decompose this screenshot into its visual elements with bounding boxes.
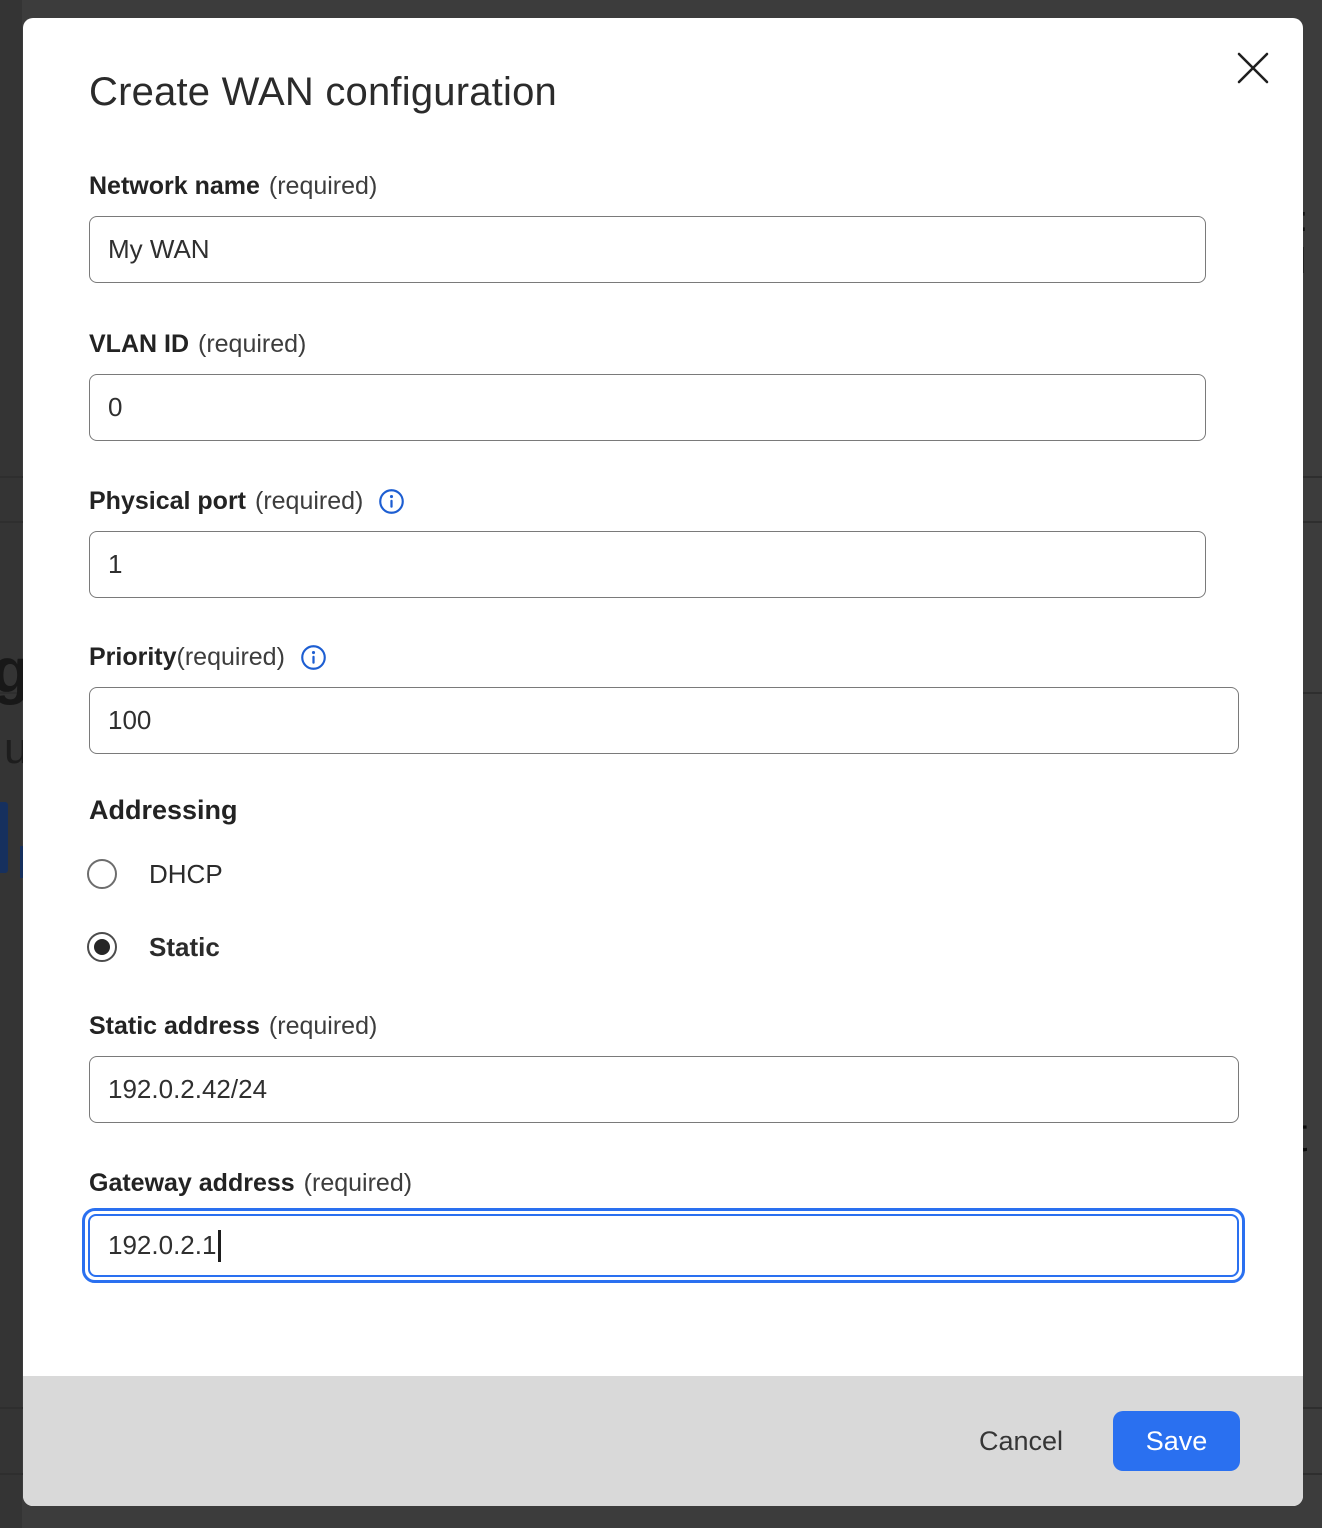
- input-value: 192.0.2.1: [108, 1230, 216, 1261]
- radio-icon[interactable]: [87, 859, 117, 889]
- required-note: (required): [255, 487, 363, 516]
- required-note: (required): [198, 330, 306, 359]
- radio-label: Static: [149, 932, 220, 963]
- physical-port-input[interactable]: 1: [89, 531, 1206, 598]
- radio-label: DHCP: [149, 859, 223, 890]
- physical-port-label: Physical port: [89, 487, 246, 516]
- close-button[interactable]: [1229, 44, 1277, 92]
- required-note: (required): [269, 172, 377, 201]
- static-address-label: Static address: [89, 1012, 260, 1041]
- x-icon: [1234, 49, 1272, 87]
- vlan-id-input[interactable]: 0: [89, 374, 1206, 441]
- radio-icon[interactable]: [87, 932, 117, 962]
- physical-port-field: Physical port (required) 1: [89, 483, 1206, 598]
- save-button[interactable]: Save: [1113, 1411, 1240, 1471]
- input-value: My WAN: [108, 234, 210, 265]
- input-value: 192.0.2.42/24: [108, 1074, 267, 1105]
- gateway-address-input[interactable]: 192.0.2.1: [88, 1214, 1239, 1277]
- cancel-button[interactable]: Cancel: [979, 1426, 1063, 1457]
- gateway-address-label: Gateway address: [89, 1169, 295, 1198]
- priority-field: Priority (required) 100: [89, 639, 1239, 754]
- create-wan-configuration-dialog: Create WAN configuration Network name (r…: [23, 18, 1303, 1506]
- dialog-title: Create WAN configuration: [89, 70, 557, 115]
- info-icon[interactable]: [300, 644, 327, 671]
- vlan-id-label: VLAN ID: [89, 330, 189, 359]
- vlan-id-field: VLAN ID (required) 0: [89, 326, 1206, 441]
- network-name-label: Network name: [89, 172, 260, 201]
- gateway-address-focus-ring: 192.0.2.1: [82, 1208, 1245, 1283]
- required-note: (required): [177, 643, 285, 672]
- gateway-address-field: Gateway address (required) 192.0.2.1: [89, 1165, 1245, 1283]
- priority-input[interactable]: 100: [89, 687, 1239, 754]
- text-caret: [218, 1230, 221, 1262]
- info-icon[interactable]: [378, 488, 405, 515]
- dialog-footer: Cancel Save: [23, 1376, 1303, 1506]
- addressing-option-static[interactable]: Static: [87, 927, 220, 967]
- network-name-field: Network name (required) My WAN: [89, 168, 1206, 283]
- background-button-fragment: [0, 802, 8, 873]
- addressing-heading: Addressing: [89, 795, 238, 826]
- input-value: 100: [108, 705, 151, 736]
- addressing-option-dhcp[interactable]: DHCP: [87, 854, 223, 894]
- network-name-input[interactable]: My WAN: [89, 216, 1206, 283]
- priority-label: Priority: [89, 643, 177, 672]
- static-address-field: Static address (required) 192.0.2.42/24: [89, 1008, 1239, 1123]
- static-address-input[interactable]: 192.0.2.42/24: [89, 1056, 1239, 1123]
- input-value: 0: [108, 392, 122, 423]
- input-value: 1: [108, 549, 122, 580]
- required-note: (required): [269, 1012, 377, 1041]
- required-note: (required): [304, 1169, 412, 1198]
